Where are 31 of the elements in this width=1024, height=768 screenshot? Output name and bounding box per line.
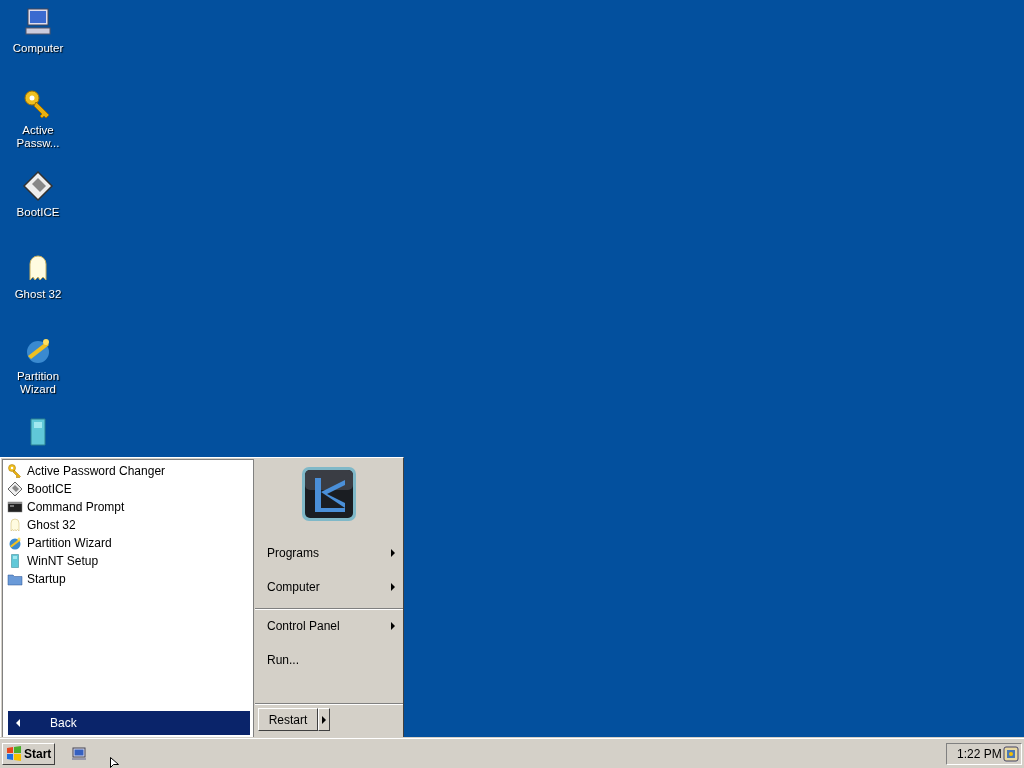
ghost-icon [7, 517, 23, 533]
icon-label[interactable]: Partition Wizard [16, 370, 60, 396]
clock: 1:22 PM [957, 746, 1002, 761]
menu-item[interactable]: Partition Wizard [27, 536, 112, 550]
icon-label[interactable]: BootICE [16, 206, 60, 219]
key-icon [7, 463, 23, 479]
restart-button[interactable]: Restart [258, 708, 318, 731]
console-icon [7, 499, 23, 515]
menu-item[interactable]: Computer [255, 570, 403, 604]
wand-icon [7, 535, 23, 551]
start-button[interactable]: Start [2, 742, 56, 765]
menu-item[interactable]: Active Password Changer [27, 464, 166, 478]
menu-item[interactable]: Startup [27, 572, 66, 586]
logo-icon [301, 466, 357, 522]
menu-item[interactable]: Run... [255, 643, 403, 677]
icon-label[interactable]: Computer [12, 42, 64, 55]
computer-icon[interactable] [22, 6, 54, 38]
desktop-icon[interactable] [71, 745, 88, 762]
back-button[interactable]: Back [8, 711, 250, 735]
restart-options-button[interactable] [318, 708, 330, 731]
menu-item[interactable]: Ghost 32 [27, 518, 76, 532]
tray-icon[interactable] [1003, 745, 1019, 762]
windows-flag-icon [6, 745, 22, 762]
menu-item[interactable]: WinNT Setup [27, 554, 99, 568]
icon-label[interactable]: Ghost 32 [14, 288, 62, 301]
folder-icon [7, 571, 23, 587]
menu-item[interactable]: BootICE [27, 482, 72, 496]
menu-item[interactable]: Programs [255, 536, 403, 570]
icon-label[interactable]: Active Passw... [16, 124, 60, 150]
menu-item[interactable]: Command Prompt [27, 500, 125, 514]
menu-item[interactable]: Control Panel [255, 608, 403, 643]
